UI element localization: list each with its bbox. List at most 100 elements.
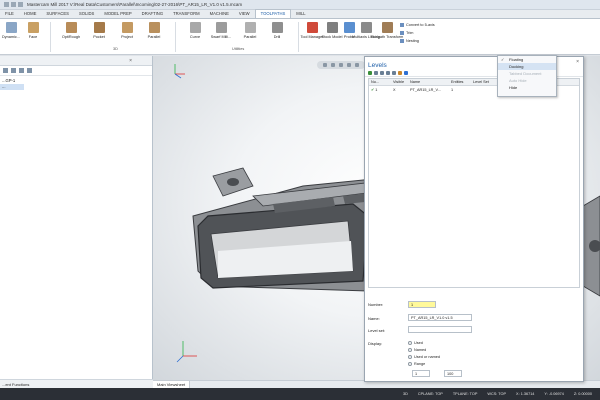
swarf-icon <box>215 22 227 33</box>
status-bar: 3D CPLANE: TOP TPLANE: TOP WCS: TOP X: 1… <box>0 388 600 400</box>
tab-solids[interactable]: SOLIDS <box>74 10 99 18</box>
menu-item-floating[interactable]: ✓ Floating <box>498 56 556 63</box>
drill-icon <box>271 22 283 33</box>
close-icon[interactable]: × <box>576 59 579 65</box>
axis-gnomon-top <box>174 64 185 79</box>
tab-model-prep[interactable]: MODEL PREP <box>99 10 136 18</box>
hide-icon[interactable] <box>386 70 390 75</box>
display-used-radio[interactable]: Used <box>408 341 423 345</box>
dynamic-icon <box>5 22 17 33</box>
tab-main-viewsheet[interactable]: Main Viewsheet <box>153 381 191 388</box>
optirough-icon <box>65 22 77 33</box>
number-field[interactable]: 1 <box>408 301 436 308</box>
levelset-field[interactable] <box>408 326 472 333</box>
curve-icon <box>189 22 201 33</box>
save-icon[interactable] <box>4 2 9 7</box>
name-field[interactable]: PT_AR15_LR_V1.0 v1.5 <box>408 314 472 321</box>
trim-button[interactable]: Trim <box>400 30 413 36</box>
menu-item-auto-hide: Auto Hide <box>509 78 527 83</box>
display-range-radio[interactable]: Range <box>408 362 425 366</box>
display-named-radio[interactable]: Named <box>408 348 426 352</box>
backplot-icon[interactable] <box>19 68 24 73</box>
range-to-field[interactable]: 100 <box>444 370 462 377</box>
tab-mill[interactable]: MILL <box>291 10 310 18</box>
multiaxis-linking-icon <box>360 22 372 33</box>
toolpaths-manager-panel: × ...GP-1 ... ...ent Functions <box>0 56 153 388</box>
group-label-utilities: Utilities <box>232 47 245 51</box>
pocket-icon <box>93 22 105 33</box>
axis-gnomon-bottom <box>176 341 197 363</box>
help-icon[interactable] <box>404 70 408 75</box>
quick-access-toolbar[interactable] <box>4 2 23 7</box>
ribbon-separator <box>50 22 51 52</box>
convert-5axis-button[interactable]: Convert to 5-axis <box>400 22 435 28</box>
view-icon[interactable] <box>355 63 359 67</box>
settings-icon[interactable] <box>398 70 402 75</box>
drill-button[interactable]: Drill <box>266 22 288 46</box>
curve-button[interactable]: Curve <box>184 22 206 46</box>
tab-drafting[interactable]: DRAFTING <box>137 10 168 18</box>
tab-home[interactable]: HOME <box>19 10 42 18</box>
check-icon: ✓ <box>501 57 505 62</box>
display-used-or-named-radio[interactable]: Used or named <box>408 355 440 359</box>
swarf-milling-button[interactable]: Swarf Milli... <box>210 22 232 46</box>
parallel-multiaxis-button[interactable]: Parallel <box>239 22 261 46</box>
menu-item-tabbed-document: Tabbed Document <box>509 71 542 76</box>
undo-icon[interactable] <box>11 2 16 7</box>
panel-footer-tab[interactable]: ...ent Functions <box>0 379 153 388</box>
optirough-button[interactable]: OptiRough <box>60 22 82 46</box>
active-check-icon: ✔ <box>371 88 375 92</box>
title-bar: Mastercam Mill 2017 V:\Real Data\Custome… <box>0 0 600 10</box>
multiaxis-linking-button[interactable]: Multiaxis Linking <box>352 22 380 46</box>
tab-machine[interactable]: MACHINE <box>205 10 234 18</box>
tab-transform[interactable]: TRANSFORM <box>168 10 205 18</box>
tab-toolpaths[interactable]: TOOLPATHS <box>254 9 292 18</box>
convert-icon <box>400 23 404 27</box>
nesting-button[interactable]: Nesting <box>400 38 419 44</box>
select-all-icon[interactable] <box>3 68 8 73</box>
tool-manager-icon <box>306 22 318 33</box>
tab-file[interactable]: FILE <box>0 10 19 18</box>
project-button[interactable]: Project <box>116 22 138 46</box>
refresh-icon[interactable] <box>392 70 396 75</box>
verify-icon[interactable] <box>27 68 32 73</box>
view-icon[interactable] <box>347 63 351 67</box>
status-cplane[interactable]: CPLANE: TOP <box>418 392 443 396</box>
status-tplane[interactable]: TPLANE: TOP <box>453 392 478 396</box>
face-button[interactable]: Face <box>22 22 44 46</box>
tree-item-selected[interactable]: ... <box>0 84 24 90</box>
trim-icon <box>400 31 404 35</box>
parallel-multiaxis-icon <box>244 22 256 33</box>
view-toolbar[interactable] <box>317 61 365 69</box>
range-from-field[interactable]: 1 <box>412 370 430 377</box>
view-icon[interactable] <box>339 63 343 67</box>
tab-view[interactable]: VIEW <box>234 10 255 18</box>
window-title: Mastercam Mill 2017 V:\Real Data\Custome… <box>27 2 243 7</box>
toolpath-transform-icon <box>381 22 393 33</box>
add-icon[interactable] <box>368 70 372 75</box>
display-label: Display: <box>368 341 383 346</box>
status-z: Z: 0.00000 <box>573 392 592 396</box>
dynamic-button[interactable]: Dynamic... <box>0 22 22 46</box>
view-icon[interactable] <box>323 63 327 67</box>
menu-item-hide[interactable]: Hide <box>498 84 556 91</box>
find-icon[interactable] <box>374 70 378 75</box>
status-mode[interactable]: 3D <box>403 392 408 396</box>
status-y: Y: -0.06974 <box>544 392 564 396</box>
menu-item-docking[interactable]: Docking <box>498 63 556 70</box>
regenerate-icon[interactable] <box>11 68 16 73</box>
nesting-icon <box>400 39 404 43</box>
view-icon[interactable] <box>331 63 335 67</box>
close-icon[interactable]: × <box>129 58 132 64</box>
tab-surfaces[interactable]: SURFACES <box>41 10 74 18</box>
status-wcs[interactable]: WCS: TOP <box>487 392 506 396</box>
levelset-label: Level set: <box>368 328 386 333</box>
levels-table: Nu... Visible Name Entities Level Set ✔ … <box>368 78 580 288</box>
redo-icon[interactable] <box>18 2 23 7</box>
ribbon-tabs: FILE HOME SURFACES SOLIDS MODEL PREP DRA… <box>0 9 600 19</box>
visible-icon[interactable] <box>380 70 384 75</box>
toolpath-transform-button[interactable]: Toolpath Transform <box>371 22 403 46</box>
parallel-button[interactable]: Parallel <box>143 22 165 46</box>
tool-manager-button[interactable]: Tool Manager <box>301 22 324 46</box>
pocket-button[interactable]: Pocket <box>88 22 110 46</box>
